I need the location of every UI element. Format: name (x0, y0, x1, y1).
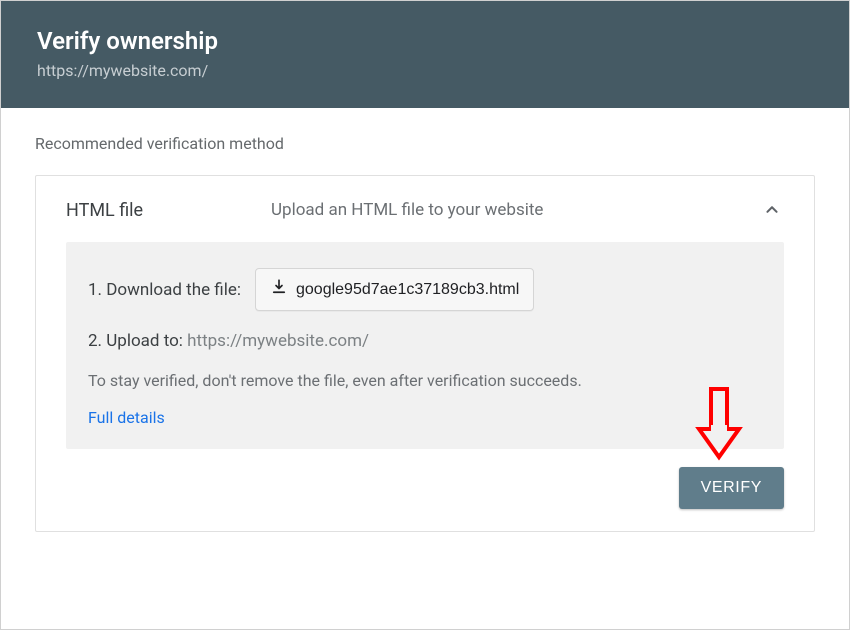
step-1-label: 1. Download the file: (88, 280, 241, 300)
download-file-button[interactable]: google95d7ae1c37189cb3.html (255, 268, 534, 311)
method-title: HTML file (66, 200, 216, 221)
chevron-up-icon[interactable] (760, 198, 784, 222)
page-header: Verify ownership https://mywebsite.com/ (1, 1, 849, 108)
step-2-row: 2. Upload to: https://mywebsite.com/ (88, 331, 762, 351)
verification-method-card: HTML file Upload an HTML file to your we… (35, 175, 815, 532)
verification-note: To stay verified, don't remove the file,… (88, 371, 762, 390)
card-actions: VERIFY (66, 467, 784, 509)
section-label: Recommended verification method (35, 134, 815, 153)
step-1-row: 1. Download the file: google95d7ae1c3718… (88, 268, 762, 311)
page-title: Verify ownership (37, 27, 813, 55)
upload-target-url: https://mywebsite.com/ (187, 331, 369, 351)
main-content: Recommended verification method HTML fil… (1, 108, 849, 532)
download-filename: google95d7ae1c37189cb3.html (296, 281, 519, 299)
method-description: Upload an HTML file to your website (216, 200, 760, 220)
card-header[interactable]: HTML file Upload an HTML file to your we… (66, 198, 784, 222)
page-subtitle-url: https://mywebsite.com/ (37, 61, 813, 80)
download-icon (270, 278, 288, 301)
steps-container: 1. Download the file: google95d7ae1c3718… (66, 242, 784, 449)
full-details-link[interactable]: Full details (88, 408, 165, 427)
verify-button[interactable]: VERIFY (679, 467, 784, 509)
step-2-label: 2. Upload to: (88, 331, 187, 351)
